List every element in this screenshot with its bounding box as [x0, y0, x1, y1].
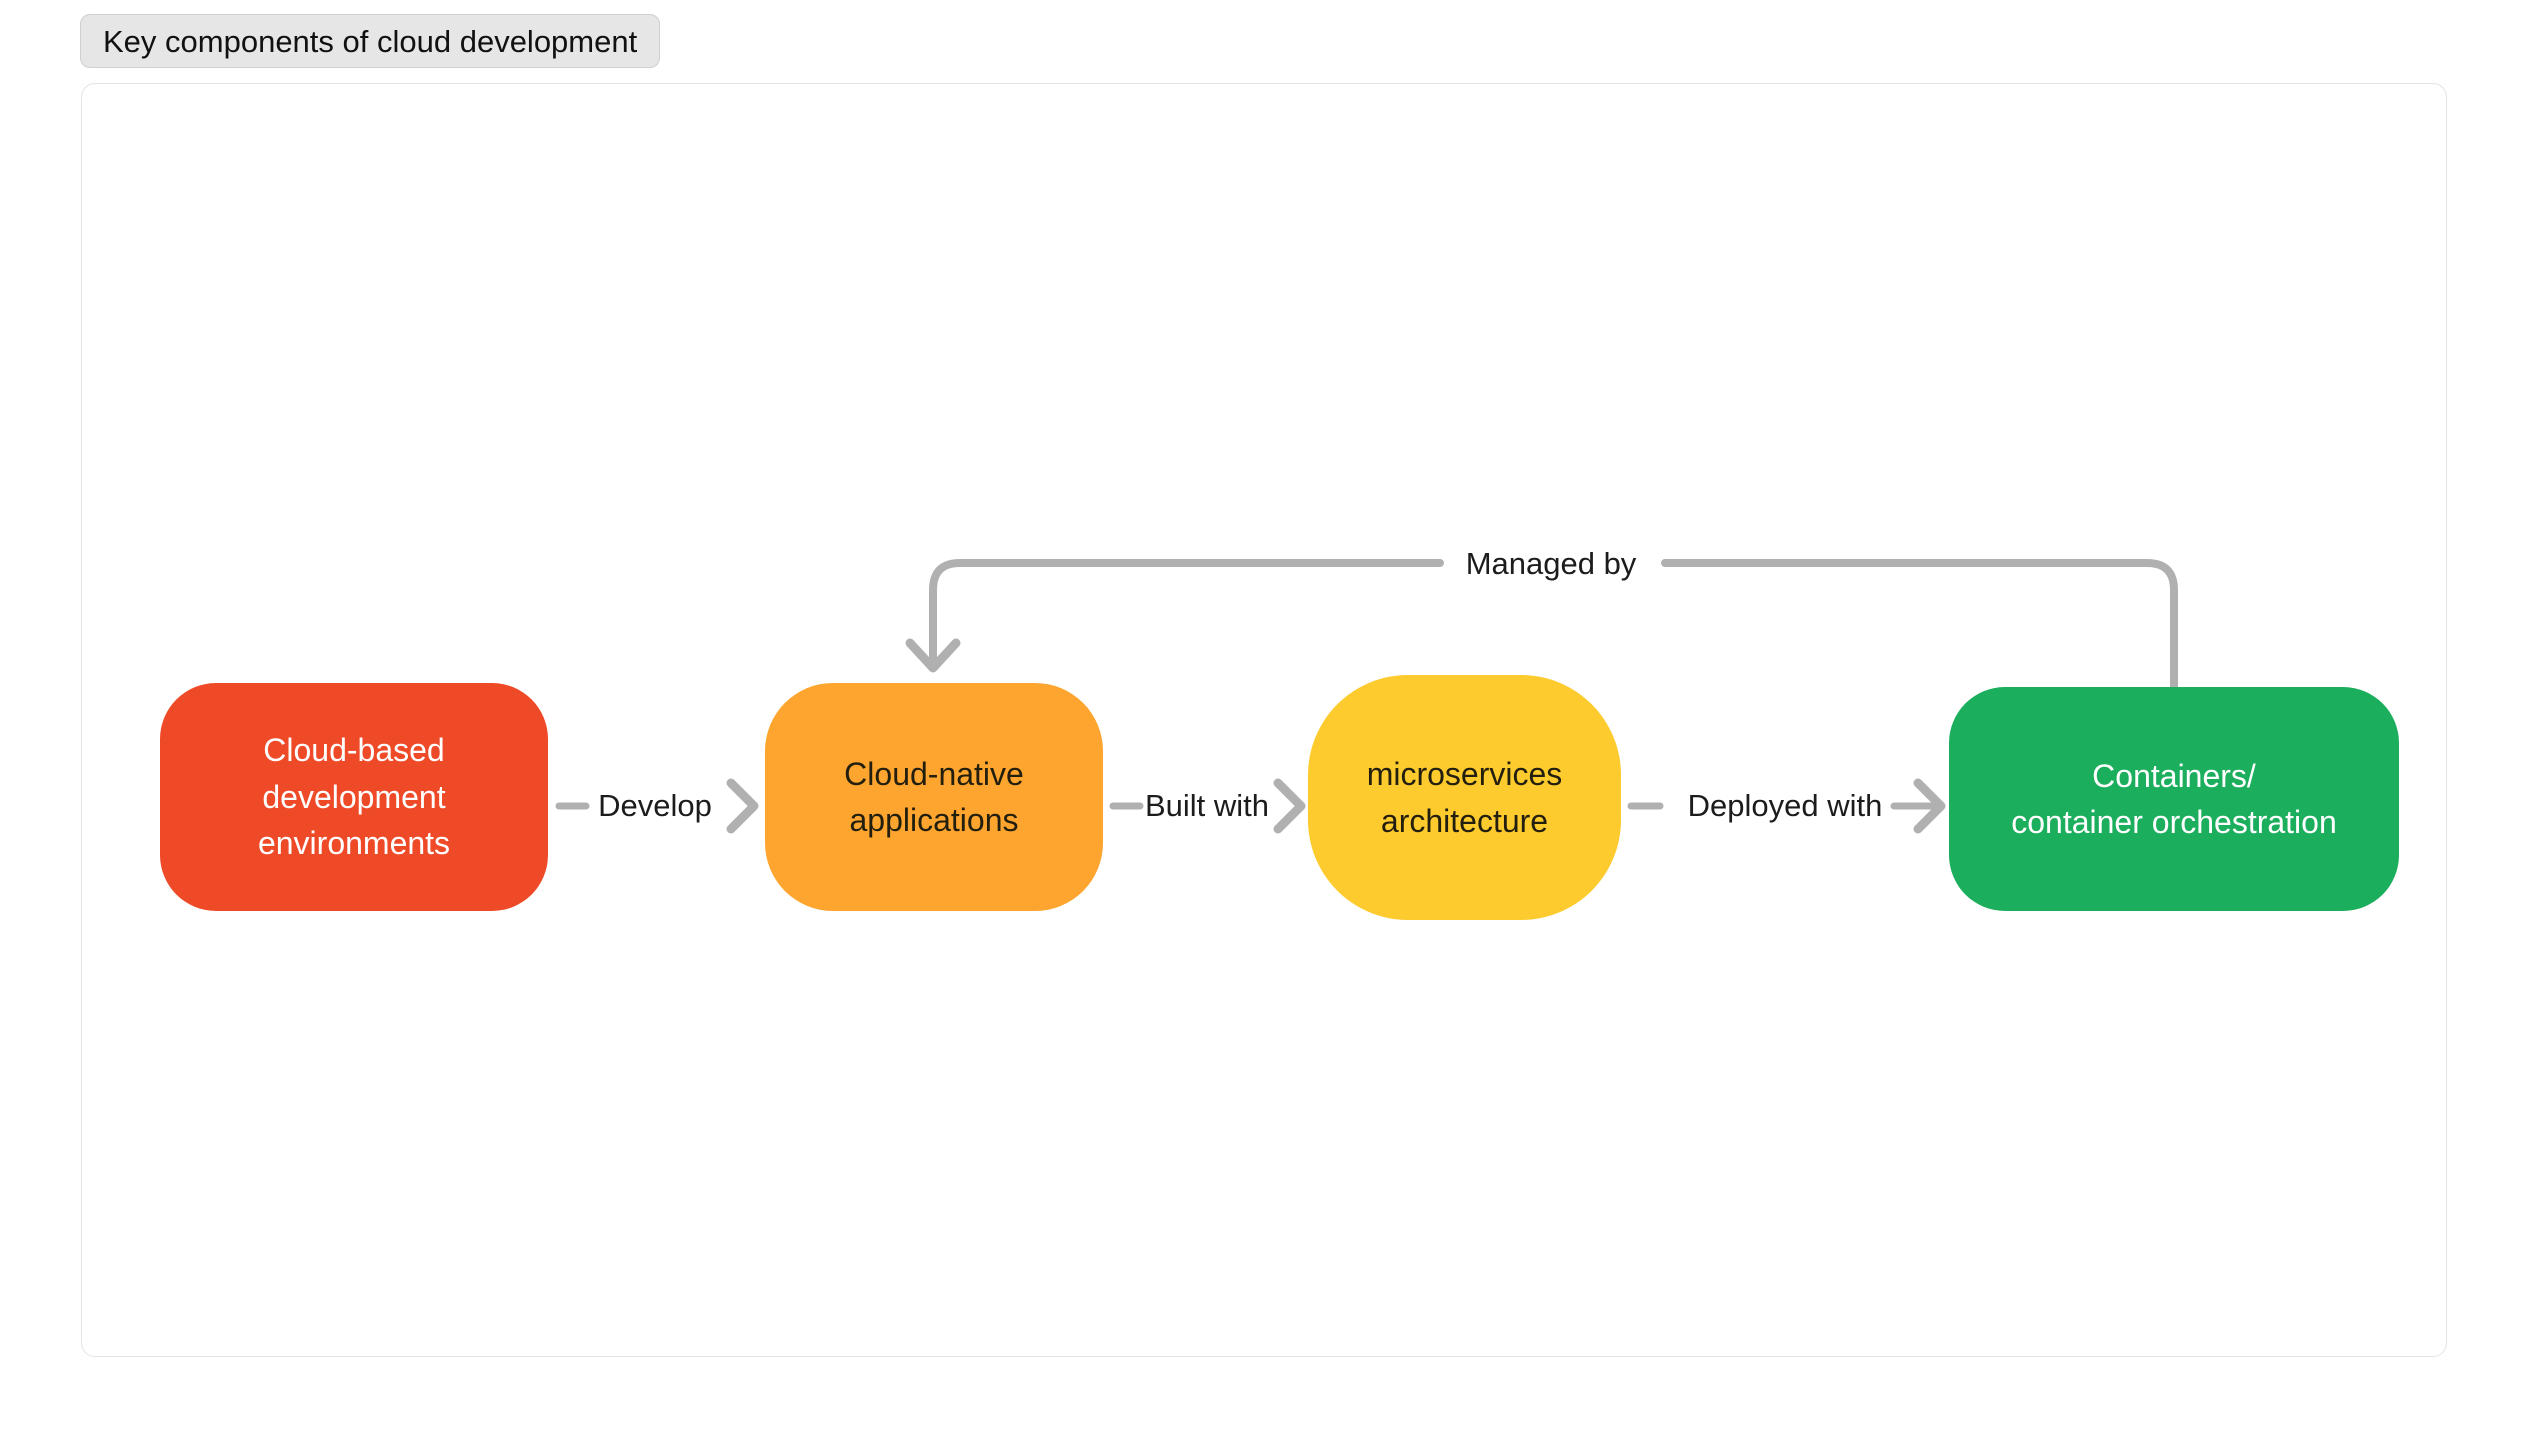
node-containers-container-orchestration[interactable]: Containers/ container orchestration: [1949, 687, 2399, 911]
node-microservices-architecture[interactable]: microservices architecture: [1308, 675, 1621, 920]
edge-label-develop: Develop: [598, 788, 712, 823]
edge-label-built-with: Built with: [1144, 788, 1270, 823]
edge-label-managed-by: Managed by: [1465, 546, 1637, 581]
diagram-title-label: Key components of cloud development: [103, 23, 638, 59]
edge-label-deployed-with: Deployed with: [1687, 788, 1883, 823]
diagram-title-tab[interactable]: Key components of cloud development: [80, 14, 661, 68]
node-label: microservices architecture: [1366, 756, 1563, 839]
node-cloud-based-development-environments[interactable]: Cloud-based development environments: [160, 683, 548, 911]
node-label: Cloud-based development environments: [257, 732, 451, 862]
node-label: Containers/ container orchestration: [2011, 757, 2337, 840]
node-label: Cloud-native applications: [844, 755, 1024, 838]
node-cloud-native-applications[interactable]: Cloud-native applications: [765, 683, 1103, 911]
diagram-stage: Key components of cloud development Clou…: [0, 0, 2528, 1440]
